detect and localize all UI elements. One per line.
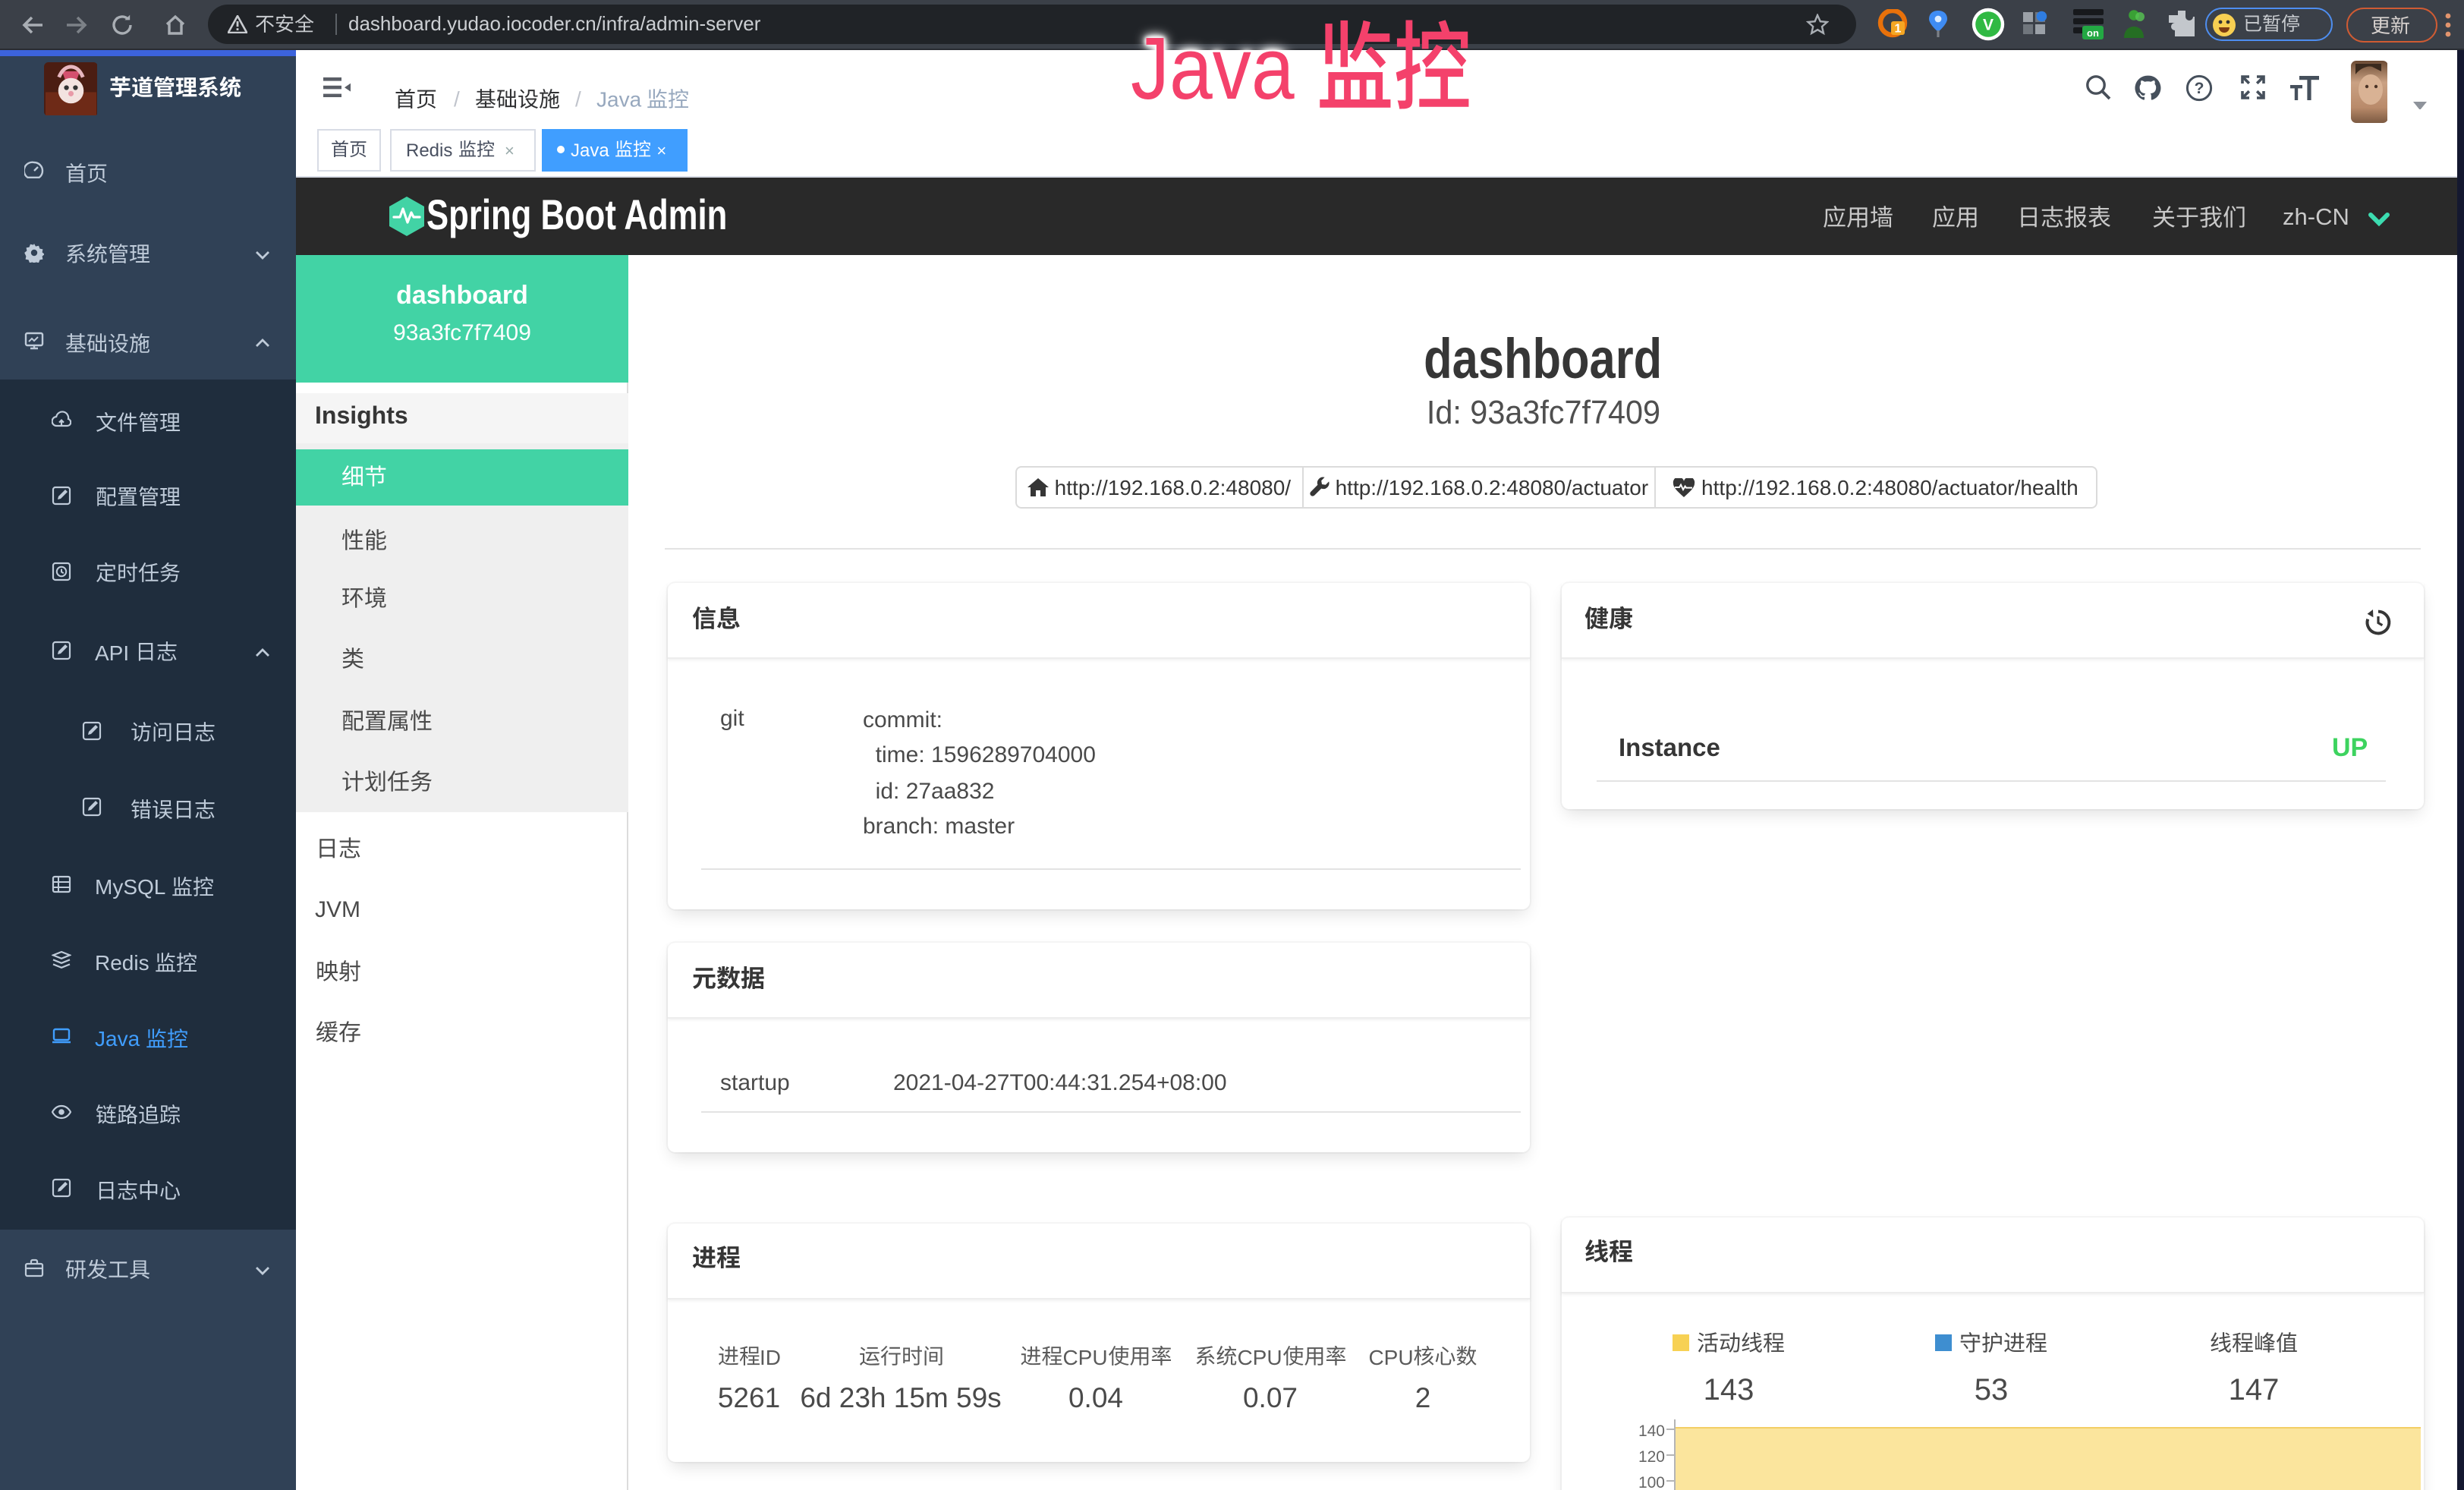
svg-text:on: on [2087, 27, 2099, 39]
svg-text:V: V [1983, 17, 1994, 34]
svg-text:1: 1 [1895, 23, 1902, 36]
svg-text:?: ? [2195, 79, 2204, 96]
